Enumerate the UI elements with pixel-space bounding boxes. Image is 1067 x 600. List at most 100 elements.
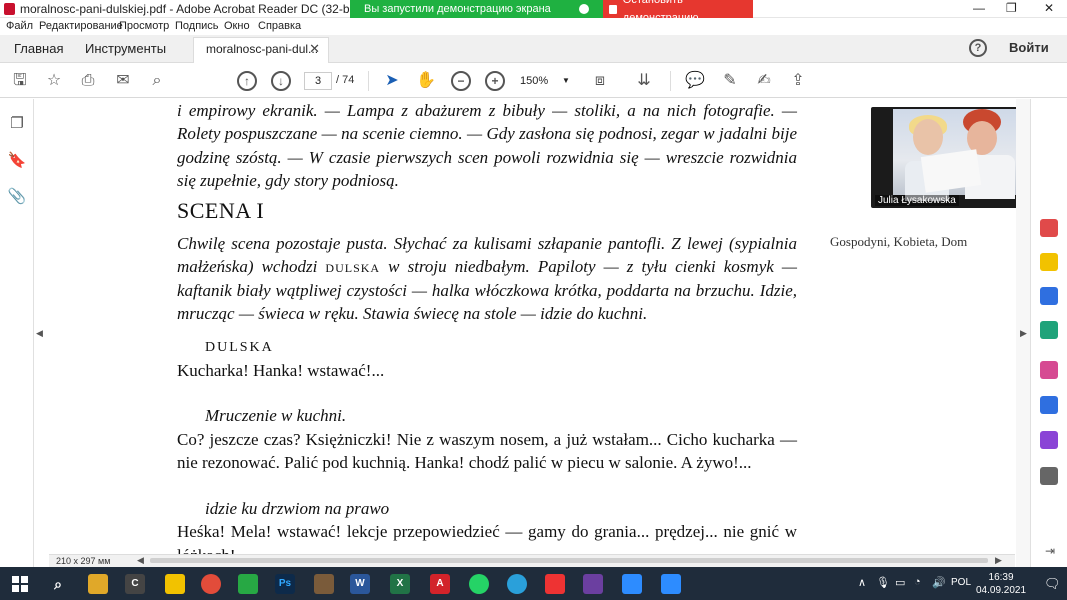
scroll-left-arrow[interactable]: ◀ [137,555,144,566]
inline-direction: Mruczenie w kuchni. [205,406,347,426]
menu-window[interactable]: Окно [224,20,250,32]
dialogue-line: Kucharka! Hanka! wstawać!... [177,361,385,381]
menu-bar: Файл Редактирование Просмотр Подпись Окн… [0,18,1067,35]
stage-direction-top: i empirowy ekranik. — Lampa z abażurem z… [177,101,797,191]
excel-icon[interactable]: X [390,574,410,594]
participant-video [893,109,1025,201]
collapse-right-panel-icon[interactable]: ▶ [1020,328,1027,339]
zoom-app-icon[interactable] [622,574,642,594]
horizontal-scrollbar-thumb[interactable] [150,558,988,563]
minimize-button[interactable]: — [973,1,985,15]
share-icon[interactable]: ⇪ [788,71,808,91]
file-explorer-icon[interactable] [88,574,108,594]
participant-name: Julia Łysakowska [875,195,959,206]
toolbar: 🖫 ☆ ⎙ ✉ ⌕ ↑ ↓ 3 / 74 ➤ ✋ − + 150% ▼ ⧈ ⇊ … [0,63,1067,98]
zoom-out-icon[interactable]: − [451,71,471,91]
telegram-icon[interactable] [507,574,527,594]
shield-icon [579,4,589,14]
green-app-icon[interactable] [238,574,258,594]
find-icon[interactable]: ⌕ [147,71,167,91]
volume-icon[interactable]: 🔊 [932,576,946,589]
tab-tools[interactable]: Инструменты [85,41,166,56]
email-icon[interactable]: ✉ [113,71,133,91]
photoshop-icon[interactable]: Ps [275,574,295,594]
stage-direction-intro: Chwilę scena pozostaje pusta. Słychać za… [177,232,797,326]
comment-tool-icon[interactable] [1040,253,1058,271]
paint-app-icon[interactable] [314,574,334,594]
title-bar: moralnosc-pani-dulskiej.pdf - Adobe Acro… [0,0,1067,24]
app-c-icon[interactable]: C [125,574,145,594]
dialogue-line: Co? jeszcze czas? Księżniczki! Nie z was… [177,429,797,473]
notifications-icon[interactable]: 🗨 [1044,576,1061,592]
attachments-icon[interactable]: 📎 [7,187,27,207]
previous-page-icon[interactable]: ↑ [237,71,257,91]
print-icon[interactable]: ⎙ [78,71,98,91]
zoom-meeting-icon[interactable] [661,574,681,594]
menu-edit[interactable]: Редактирование [39,20,123,32]
chrome-icon[interactable] [201,574,221,594]
compress-pdf-icon[interactable] [1040,321,1058,339]
tray-expand-icon[interactable]: ∧ [858,576,866,589]
scroll-mode-icon[interactable]: ⇊ [634,71,654,91]
page-thumbnails-icon[interactable]: ❐ [7,114,27,134]
sign-icon[interactable]: ✍ [754,71,774,91]
page-total: / 74 [336,74,355,86]
close-window-button[interactable]: ✕ [1044,1,1054,15]
acrobat-taskbar-icon[interactable]: A [430,574,450,594]
clock-time: 16:39 [988,572,1014,583]
organize-pages-icon[interactable] [1040,287,1058,305]
login-button[interactable]: Войти [1009,40,1049,55]
clock-date: 04.09.2021 [976,585,1027,596]
comment-icon[interactable]: 💬 [685,71,705,91]
scene-title: SCENA I [177,197,265,223]
zoom-in-icon[interactable]: + [485,71,505,91]
tab-document[interactable]: moralnosc-pani-dul... ✕ [193,37,329,63]
more-tools-icon[interactable] [1040,467,1058,485]
storage-app-icon[interactable] [583,574,603,594]
next-page-icon[interactable]: ↓ [271,71,291,91]
menu-view[interactable]: Просмотр [119,20,169,32]
tab-home[interactable]: Главная [14,41,63,56]
language-indicator[interactable]: POL [951,577,971,588]
fill-sign-icon[interactable] [1040,361,1058,379]
bookmarks-icon[interactable]: 🔖 [7,151,27,171]
hand-tool-icon[interactable]: ✋ [416,71,436,91]
menu-help[interactable]: Справка [258,20,301,32]
word-icon[interactable]: W [350,574,370,594]
right-tools-panel: ⇥ [1030,99,1067,567]
select-cursor-icon[interactable]: ➤ [382,71,402,91]
search-icon[interactable]: ⌕ [48,574,68,594]
batman-app-icon[interactable] [165,574,185,594]
system-clock[interactable]: 16:39 04.09.2021 [976,571,1026,597]
screen-share-bar: Вы запустили демонстрацию экрана Останов… [350,0,753,24]
highlight-pen-icon[interactable]: ✎ [720,71,740,91]
page-fit-icon[interactable]: ⧈ [590,71,610,91]
collapse-left-panel-icon[interactable]: ◀ [36,328,43,339]
pdf-page: i empirowy ekranik. — Lampa z abażurem z… [177,99,797,554]
expand-panel-icon[interactable]: ⇥ [1040,541,1060,561]
recorder-icon[interactable] [545,574,565,594]
export-pdf-icon[interactable] [1040,219,1058,237]
stop-icon [609,4,617,14]
whatsapp-icon[interactable] [469,574,489,594]
stop-share-button[interactable]: Остановить демонстрацию [603,0,753,24]
send-for-signature-icon[interactable] [1040,431,1058,449]
help-icon[interactable]: ? [969,39,987,57]
zoom-select[interactable]: 150% ▼ [520,72,572,90]
save-icon[interactable]: 🖫 [10,71,30,91]
page-number-input[interactable]: 3 [304,72,332,90]
start-button[interactable] [12,576,28,592]
bookmark-star-icon[interactable]: ☆ [44,71,64,91]
close-tab-icon[interactable]: ✕ [309,41,320,57]
microphone-icon[interactable]: 🎙 [876,576,890,589]
maximize-button[interactable]: ❐ [1006,1,1017,15]
tab-bar: Главная Инструменты moralnosc-pani-dul..… [0,35,1067,63]
menu-sign[interactable]: Подпись [175,20,219,32]
scroll-right-arrow[interactable]: ▶ [995,555,1002,566]
left-nav-panel: ❐ 🔖 📎 [0,99,34,567]
page-size: 210 x 297 мм [56,556,111,566]
tab-document-label: moralnosc-pani-dul... [206,42,319,56]
menu-file[interactable]: Файл [6,20,33,32]
network-icon[interactable]: ◔ [914,576,921,588]
protect-icon[interactable] [1040,396,1058,414]
